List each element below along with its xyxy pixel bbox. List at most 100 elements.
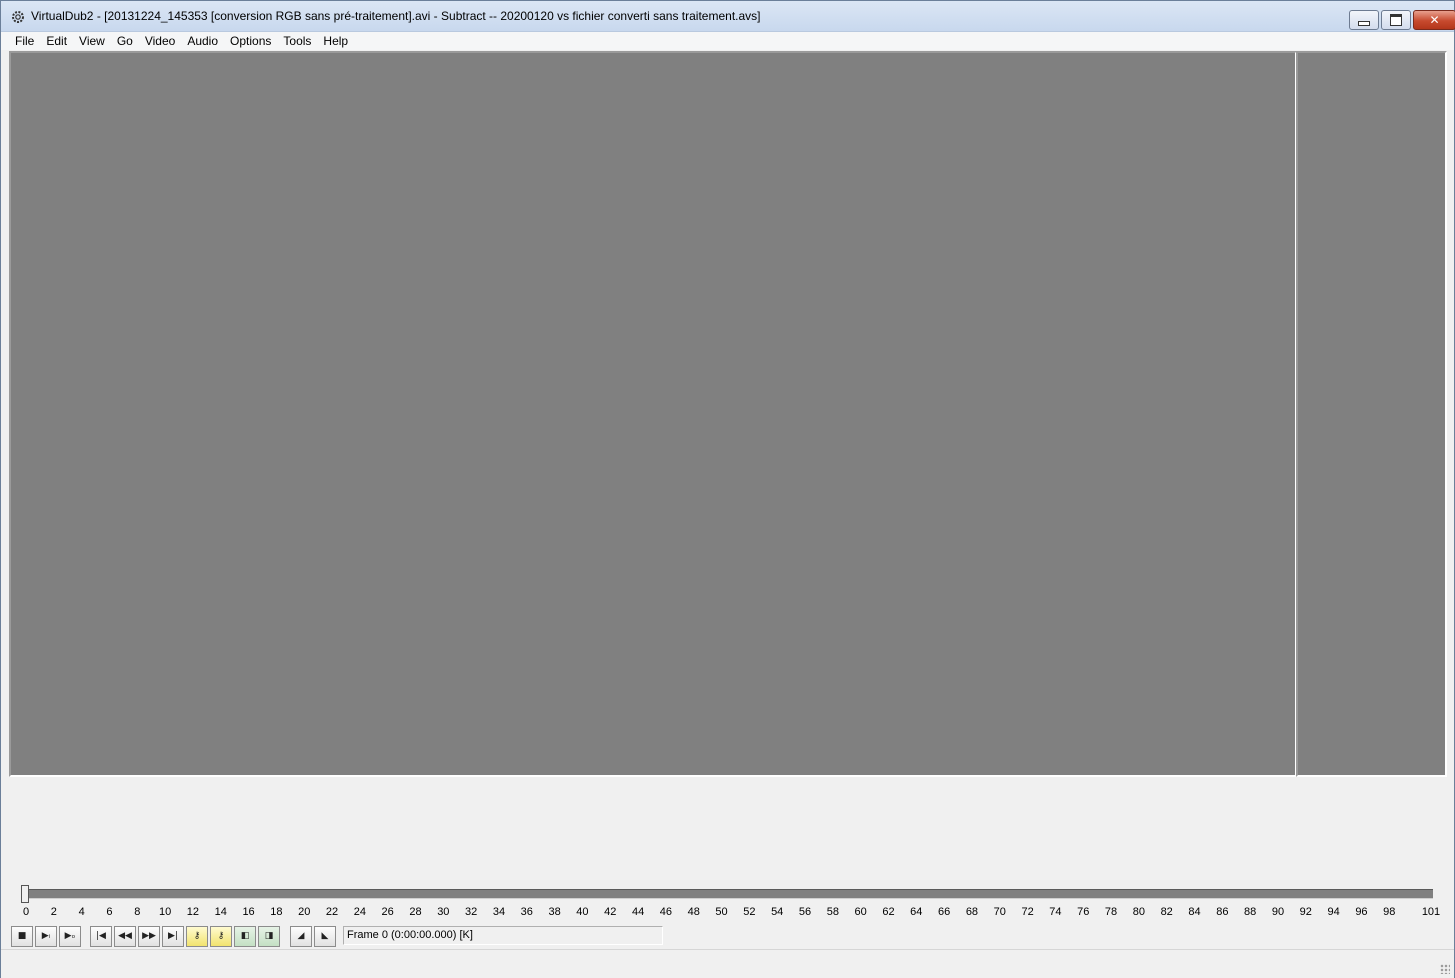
tick-label: 2 bbox=[50, 906, 57, 918]
tick-label: 56 bbox=[798, 906, 812, 918]
next-frame-icon: ▶▶ bbox=[142, 931, 156, 941]
tick-label: 68 bbox=[965, 906, 979, 918]
next-keyframe-icon: ⚷ bbox=[217, 931, 225, 941]
tick-label: 40 bbox=[576, 906, 589, 918]
tick-label: 72 bbox=[1021, 906, 1034, 918]
prev-frame-icon: ◀◀ bbox=[118, 931, 132, 941]
tick-label: 32 bbox=[465, 906, 478, 918]
tick-label: 18 bbox=[270, 906, 283, 918]
stop-icon: ■ bbox=[17, 931, 27, 941]
frame-status: Frame 0 (0:00:00.000) [K] bbox=[343, 926, 663, 945]
tick-label: 8 bbox=[134, 906, 141, 918]
tick-label: 74 bbox=[1049, 906, 1062, 918]
mark-out-icon: ◣ bbox=[321, 931, 329, 941]
tick-label: 80 bbox=[1132, 906, 1145, 918]
menu-options[interactable]: Options bbox=[224, 32, 277, 50]
status-bar bbox=[1, 949, 1454, 978]
tick-label: 76 bbox=[1077, 906, 1090, 918]
tick-label: 12 bbox=[186, 906, 200, 918]
tick-label: 46 bbox=[659, 906, 673, 918]
prev-frame-button[interactable]: ◀◀ bbox=[114, 926, 136, 947]
play-output-icon: ▶ₒ bbox=[64, 931, 76, 941]
prev-keyframe-button[interactable]: ⚷ bbox=[186, 926, 208, 947]
tick-label: 50 bbox=[715, 906, 728, 918]
tick-label: 66 bbox=[937, 906, 951, 918]
next-frame-button[interactable]: ▶▶ bbox=[138, 926, 160, 947]
tick-label: 48 bbox=[687, 906, 700, 918]
tick-label: 54 bbox=[771, 906, 784, 918]
tick-label: 84 bbox=[1188, 906, 1201, 918]
tick-label: 20 bbox=[298, 906, 311, 918]
tick-label: 38 bbox=[548, 906, 561, 918]
maximize-button[interactable] bbox=[1381, 10, 1411, 30]
tick-label: 44 bbox=[631, 906, 645, 918]
tick-label: 4 bbox=[78, 906, 85, 918]
menu-file[interactable]: File bbox=[1, 32, 40, 50]
tick-label: 16 bbox=[242, 906, 255, 918]
tick-label: 98 bbox=[1383, 906, 1396, 918]
tick-label: 14 bbox=[214, 906, 227, 918]
prev-scene-button[interactable]: ◧ bbox=[234, 926, 256, 947]
next-keyframe-button[interactable]: ⚷ bbox=[210, 926, 232, 947]
tick-label: 26 bbox=[381, 906, 394, 918]
tick-label: 34 bbox=[492, 906, 506, 918]
window-title: VirtualDub2 - [20131224_145353 [conversi… bbox=[31, 9, 761, 23]
tick-label: 70 bbox=[993, 906, 1006, 918]
close-icon: ✕ bbox=[1429, 13, 1440, 27]
go-end-button[interactable]: ▶| bbox=[162, 926, 184, 947]
close-button[interactable]: ✕ bbox=[1413, 10, 1455, 30]
resize-grip-icon[interactable] bbox=[1440, 964, 1450, 974]
tick-label: 101 bbox=[1421, 906, 1441, 918]
tick-label: 64 bbox=[910, 906, 923, 918]
tick-label: 24 bbox=[353, 906, 366, 918]
maximize-icon bbox=[1390, 14, 1402, 26]
tick-label: 96 bbox=[1355, 906, 1368, 918]
tick-label: 60 bbox=[854, 906, 867, 918]
prev-keyframe-icon: ⚷ bbox=[193, 931, 201, 941]
tick-label: 30 bbox=[437, 906, 450, 918]
tick-label: 6 bbox=[106, 906, 113, 918]
go-start-button[interactable]: |◀ bbox=[90, 926, 112, 947]
menu-go[interactable]: Go bbox=[111, 32, 139, 50]
play-output-button[interactable]: ▶ₒ bbox=[59, 926, 81, 947]
tick-label: 88 bbox=[1244, 906, 1257, 918]
tick-label: 10 bbox=[158, 906, 172, 918]
menu-video[interactable]: Video bbox=[139, 32, 181, 50]
tick-label: 42 bbox=[604, 906, 617, 918]
stop-button[interactable]: ■ bbox=[11, 926, 33, 947]
minimize-icon bbox=[1358, 20, 1370, 26]
tick-label: 90 bbox=[1271, 906, 1285, 918]
go-start-icon: |◀ bbox=[96, 931, 106, 941]
title-bar[interactable]: VirtualDub2 - [20131224_145353 [conversi… bbox=[1, 1, 1455, 32]
mark-in-icon: ◢ bbox=[297, 931, 305, 941]
menu-bar: File Edit View Go Video Audio Options To… bbox=[1, 32, 1454, 50]
play-input-icon: ▶ᵢ bbox=[41, 931, 51, 941]
tick-label: 62 bbox=[882, 906, 895, 918]
main-window: VirtualDub2 - [20131224_145353 [conversi… bbox=[0, 0, 1455, 978]
tick-label: 36 bbox=[520, 906, 533, 918]
input-video-pane[interactable] bbox=[9, 51, 1297, 777]
next-scene-icon: ◨ bbox=[264, 931, 274, 941]
tick-label: 28 bbox=[409, 906, 422, 918]
menu-view[interactable]: View bbox=[73, 32, 111, 50]
tick-label: 22 bbox=[325, 906, 339, 918]
mark-in-button[interactable]: ◢ bbox=[290, 926, 312, 947]
menu-help[interactable]: Help bbox=[317, 32, 354, 50]
tick-label: 82 bbox=[1160, 906, 1173, 918]
next-scene-button[interactable]: ◨ bbox=[258, 926, 280, 947]
menu-audio[interactable]: Audio bbox=[181, 32, 224, 50]
menu-tools[interactable]: Tools bbox=[277, 32, 317, 50]
gear-icon[interactable] bbox=[11, 10, 25, 24]
menu-edit[interactable]: Edit bbox=[40, 32, 73, 50]
position-slider-thumb[interactable] bbox=[21, 885, 29, 903]
go-end-icon: ▶| bbox=[168, 931, 178, 941]
prev-scene-icon: ◧ bbox=[240, 931, 250, 941]
tick-label: 94 bbox=[1327, 906, 1340, 918]
output-video-pane[interactable] bbox=[1296, 51, 1447, 777]
minimize-button[interactable] bbox=[1349, 10, 1379, 30]
tick-label: 58 bbox=[826, 906, 839, 918]
position-slider-track[interactable] bbox=[23, 889, 1433, 899]
tick-label: 86 bbox=[1216, 906, 1229, 918]
play-input-button[interactable]: ▶ᵢ bbox=[35, 926, 57, 947]
mark-out-button[interactable]: ◣ bbox=[314, 926, 336, 947]
